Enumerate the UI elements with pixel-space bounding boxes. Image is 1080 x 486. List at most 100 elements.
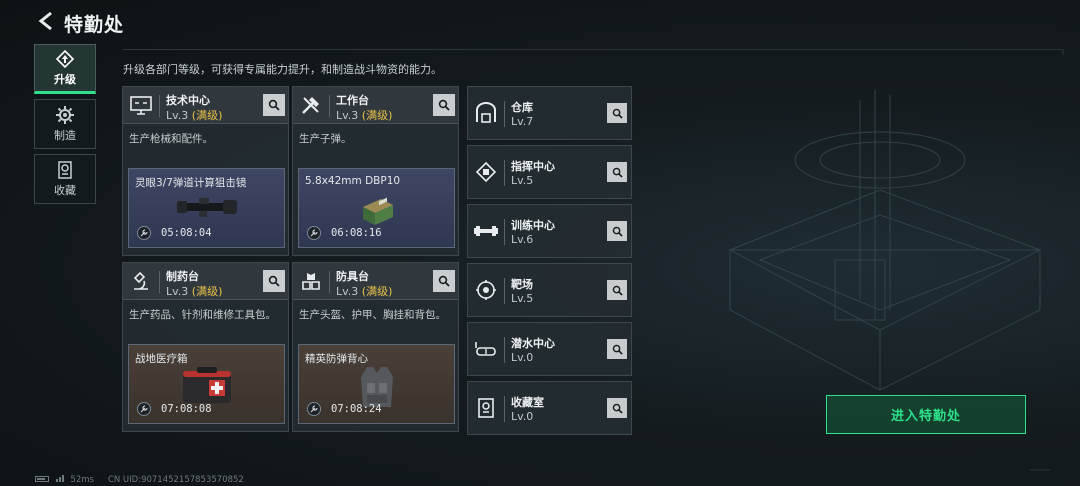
nav-label: 制造 [54, 129, 76, 142]
search-icon [612, 226, 623, 237]
max-level-badge: (满级) [361, 109, 393, 122]
card-header: 工作台 Lv.3 (满级) [293, 87, 458, 124]
page-description: 升级各部门等级，可获得专属能力提升，和制造战斗物资的能力。 [123, 63, 442, 76]
facility-name: 制药台 [166, 270, 199, 283]
tools-icon [299, 93, 323, 117]
inspect-button[interactable] [607, 398, 627, 418]
level-value: Lv.3 [336, 285, 359, 298]
search-icon [612, 108, 623, 119]
facility-name: 技术中心 [166, 94, 210, 107]
facility-name: 仓库 [511, 101, 533, 114]
facility-description: 生产头盔、护甲、胸挂和背包。 [299, 309, 446, 321]
production-timer: 07:08:08 [161, 403, 212, 415]
inspect-button[interactable] [607, 280, 627, 300]
wrench-icon [307, 226, 321, 240]
level-value: Lv.3 [166, 109, 189, 122]
facility-description: 生产子弹。 [299, 133, 352, 145]
production-timer: 07:08:24 [331, 403, 382, 415]
nav-tab-upgrade[interactable]: 升级 [34, 44, 96, 94]
row-divider [504, 219, 505, 245]
facility-level: Lv.3 (满级) [336, 283, 392, 299]
chip-icon [474, 159, 498, 185]
inspect-button[interactable] [607, 162, 627, 182]
trophy-icon [474, 395, 498, 421]
card-header: 技术中心 Lv.3 (满级) [123, 87, 288, 124]
status-footer: 52ms CN UID:9071452157853570852 [35, 474, 244, 485]
inspect-button[interactable] [433, 94, 455, 116]
header-divider [329, 95, 330, 117]
inspect-button[interactable] [607, 103, 627, 123]
signal-icon [55, 474, 64, 482]
side-nav: 升级 制造 收藏 [34, 44, 96, 209]
ping-value: 52ms [70, 475, 94, 485]
top-bar: 特勤处 [0, 0, 1080, 44]
warehouse-icon [474, 100, 498, 126]
inspect-button[interactable] [607, 221, 627, 241]
dumbbell-icon [474, 218, 498, 244]
search-icon [268, 275, 280, 287]
facility-card-tech-center[interactable]: 技术中心 Lv.3 (满级) 生产枪械和配件。 灵眼3/7弹道计算狙击镜 05:… [122, 86, 289, 256]
armor-icon [299, 269, 323, 293]
facility-row-shooting-range[interactable]: 靶场 Lv.5 [467, 263, 632, 317]
facility-level: Lv.3 (满级) [166, 107, 222, 123]
user-uid: CN UID:9071452157853570852 [107, 474, 244, 485]
production-slot[interactable]: 5.8x42mm DBP10 06:08:16 [298, 168, 455, 248]
nav-tab-craft[interactable]: 制造 [34, 99, 96, 149]
facility-name: 防具台 [336, 270, 369, 283]
back-button[interactable] [34, 8, 60, 34]
enter-special-ops-button[interactable]: 进入特勤处 [826, 395, 1026, 434]
search-icon [268, 99, 280, 111]
header-divider [159, 271, 160, 293]
page-title: 特勤处 [64, 14, 125, 36]
facility-row-training-center[interactable]: 训练中心 Lv.6 [467, 204, 632, 258]
search-icon [438, 99, 450, 111]
facility-description: 生产药品、针剂和维修工具包。 [129, 309, 276, 321]
facility-level: Lv.7 [511, 115, 534, 128]
facility-card-armory[interactable]: 防具台 Lv.3 (满级) 生产头盔、护甲、胸挂和背包。 精英防弹背心 07:0… [292, 262, 459, 432]
facility-row-collection-room[interactable]: 收藏室 Lv.0 [467, 381, 632, 435]
product-name: 战地医疗箱 [135, 353, 188, 365]
battery-icon [35, 476, 49, 482]
header-divider [329, 271, 330, 293]
facility-level: Lv.3 (满级) [336, 107, 392, 123]
wrench-icon [307, 402, 321, 416]
facility-level: Lv.3 (满级) [166, 283, 222, 299]
nav-label: 收藏 [54, 184, 76, 197]
facility-name: 工作台 [336, 94, 369, 107]
level-value: Lv.3 [166, 285, 189, 298]
search-icon [438, 275, 450, 287]
search-icon [612, 285, 623, 296]
production-slot[interactable]: 灵眼3/7弹道计算狙击镜 05:08:04 [128, 168, 285, 248]
inspect-button[interactable] [263, 94, 285, 116]
facility-card-workbench[interactable]: 工作台 Lv.3 (满级) 生产子弹。 5.8x42mm DBP10 06:08… [292, 86, 459, 256]
production-slot[interactable]: 战地医疗箱 07:08:08 [128, 344, 285, 424]
wrench-icon [137, 226, 151, 240]
microscope-icon [129, 269, 153, 293]
status-indicators: 52ms [35, 474, 94, 485]
nav-tab-collection[interactable]: 收藏 [34, 154, 96, 204]
facility-card-pharmacy[interactable]: 制药台 Lv.3 (满级) 生产药品、针剂和维修工具包。 战地医疗箱 07:08… [122, 262, 289, 432]
facility-row-diving-center[interactable]: 潜水中心 Lv.0 [467, 322, 632, 376]
inspect-button[interactable] [433, 270, 455, 292]
search-icon [612, 403, 623, 414]
facility-description: 生产枪械和配件。 [129, 133, 213, 145]
row-divider [504, 337, 505, 363]
gear-icon [55, 105, 75, 125]
row-divider [504, 101, 505, 127]
diving-mask-icon [474, 336, 498, 362]
card-header: 制药台 Lv.3 (满级) [123, 263, 288, 300]
production-slot[interactable]: 精英防弹背心 07:08:24 [298, 344, 455, 424]
production-timer: 05:08:04 [161, 227, 212, 239]
facility-level: Lv.0 [511, 351, 534, 364]
facility-row-command-center[interactable]: 指挥中心 Lv.5 [467, 145, 632, 199]
upgrade-icon [55, 49, 75, 69]
facility-row-warehouse[interactable]: 仓库 Lv.7 [467, 86, 632, 140]
target-icon [474, 277, 498, 303]
back-arrow-icon [38, 11, 52, 31]
inspect-button[interactable] [263, 270, 285, 292]
card-header: 防具台 Lv.3 (满级) [293, 263, 458, 300]
max-level-badge: (满级) [361, 285, 393, 298]
row-divider [504, 160, 505, 186]
inspect-button[interactable] [607, 339, 627, 359]
row-divider [504, 396, 505, 422]
